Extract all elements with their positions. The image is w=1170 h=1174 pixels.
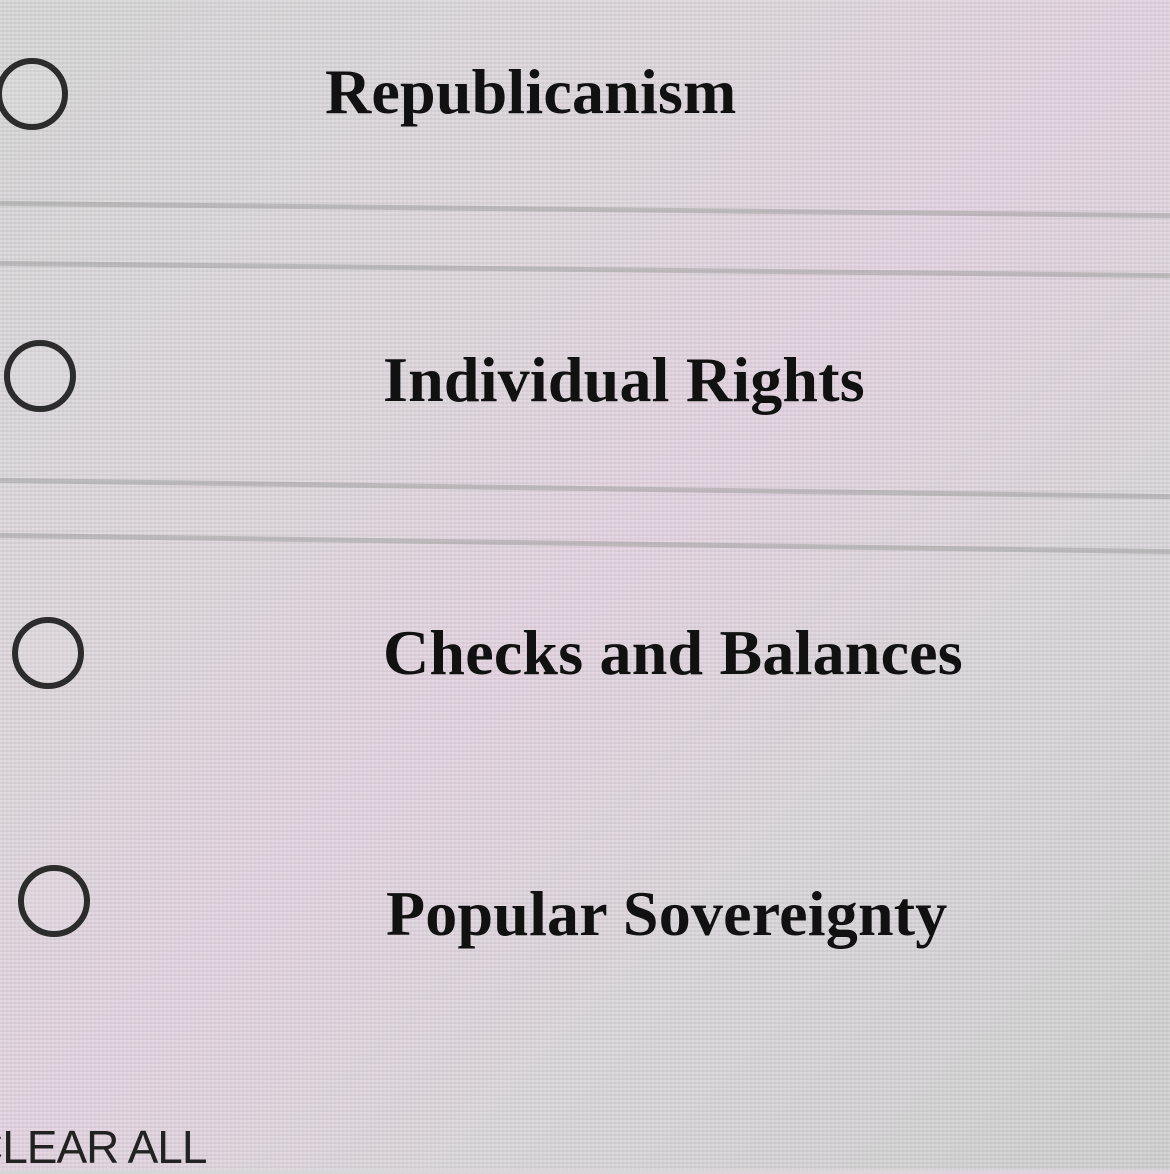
- option-label: Popular Sovereignty: [386, 878, 948, 949]
- radio-button[interactable]: [12, 617, 84, 689]
- answer-options: Republicanism Individual Rights Checks a…: [0, 0, 1170, 1173]
- answer-option-republicanism[interactable]: Republicanism: [0, 0, 1170, 220]
- radio-button[interactable]: [18, 865, 90, 937]
- answer-option-popular-sovereignty[interactable]: Popular Sovereignty: [0, 810, 1170, 1030]
- option-label: Republicanism: [325, 56, 737, 127]
- radio-button[interactable]: [4, 340, 76, 412]
- option-label: Individual Rights: [383, 344, 865, 415]
- option-label: Checks and Balances: [383, 617, 963, 688]
- clear-all-button[interactable]: CLEAR ALL: [0, 1120, 207, 1174]
- answer-option-individual-rights[interactable]: Individual Rights: [0, 270, 1170, 490]
- answer-option-checks-and-balances[interactable]: Checks and Balances: [0, 545, 1170, 765]
- radio-button[interactable]: [0, 58, 68, 130]
